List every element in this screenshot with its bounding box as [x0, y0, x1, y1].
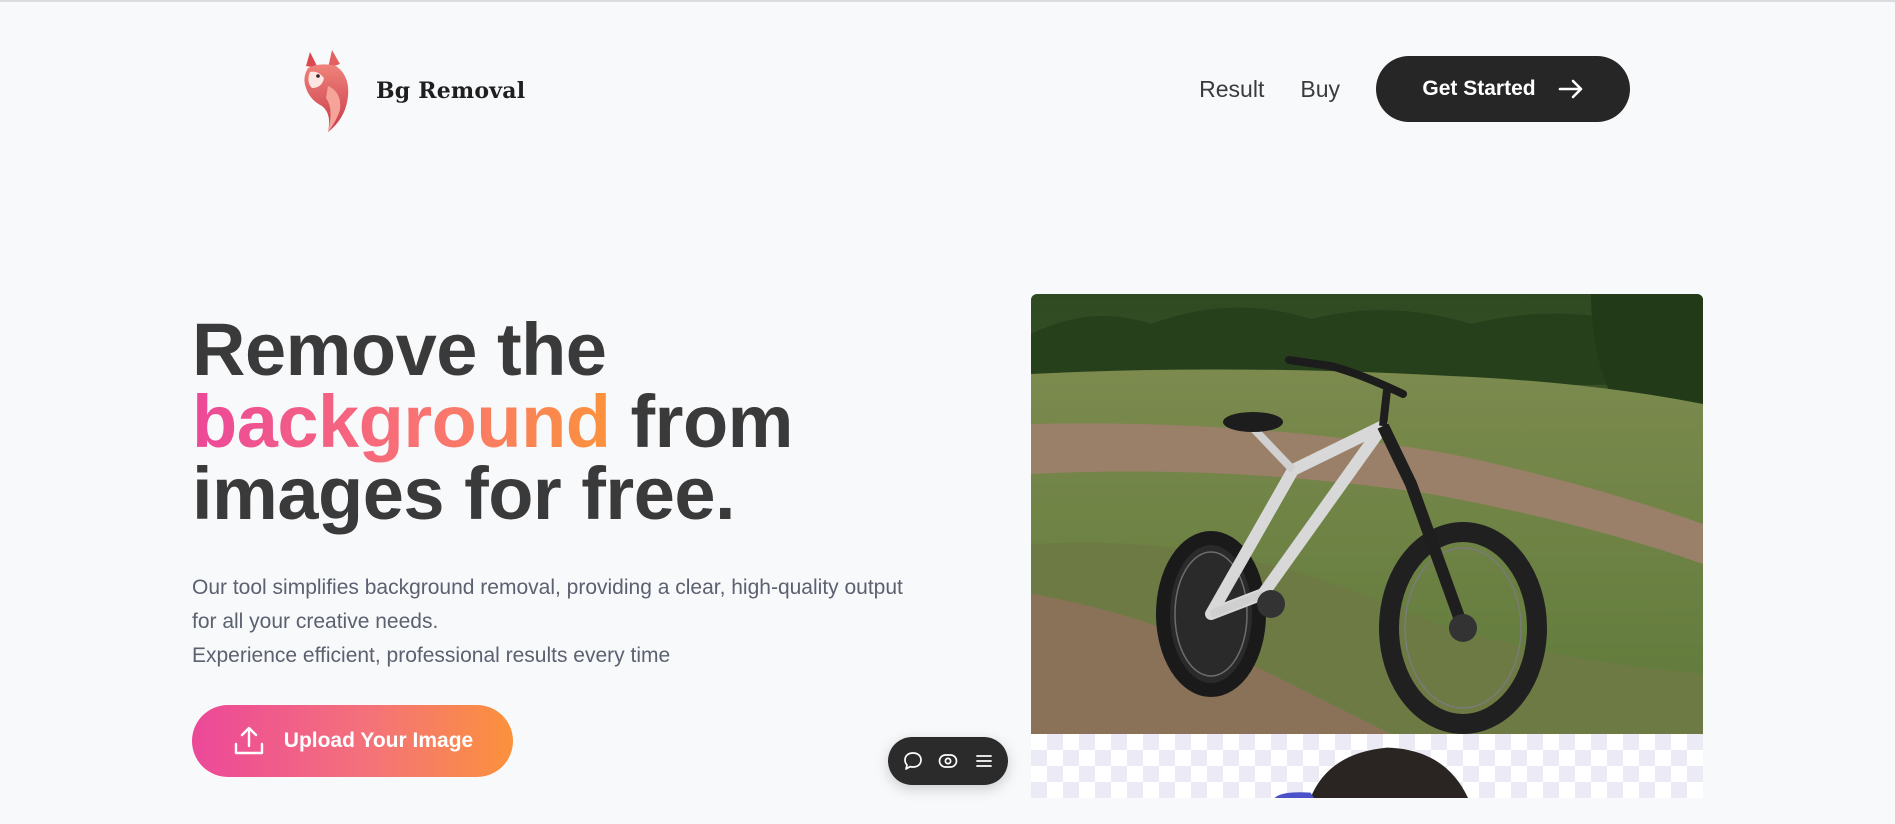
chat-bubble-icon[interactable]	[902, 750, 924, 772]
hero-title-line1: Remove the	[192, 308, 607, 391]
hero-title-after-highlight: from	[610, 380, 794, 463]
nav-link-buy[interactable]: Buy	[1300, 76, 1340, 103]
upload-image-button[interactable]: Upload Your Image	[192, 705, 513, 777]
eye-icon[interactable]	[937, 750, 959, 772]
hero-description: Our tool simplifies background removal, …	[192, 571, 982, 673]
menu-icon[interactable]	[973, 750, 995, 772]
hero-title: Remove the background from images for fr…	[192, 313, 952, 531]
hero-title-highlight: background	[192, 380, 611, 463]
portrait-preview-hair	[1274, 747, 1468, 798]
bicycle-photo	[1031, 294, 1703, 734]
hero-description-line3: Experience efficient, professional resul…	[192, 644, 671, 667]
hero-description-line2: for all your creative needs.	[192, 610, 439, 633]
fox-logo-icon	[304, 50, 349, 132]
hero-title-line3: images for free.	[192, 452, 736, 535]
brand-name: Bg Removal	[376, 78, 526, 104]
upload-image-label: Upload Your Image	[283, 729, 474, 752]
hero-description-line1: Our tool simplifies background removal, …	[192, 576, 903, 599]
arrow-right-icon	[1558, 79, 1582, 99]
brand-logo[interactable]: Bg Removal	[298, 48, 525, 134]
get-started-button[interactable]: Get Started	[1376, 56, 1630, 122]
navbar: Bg Removal Result Buy Get Started	[0, 0, 1895, 180]
nav-links: Result Buy Get Started	[1199, 56, 1630, 122]
floating-toolbar	[888, 737, 1008, 785]
upload-icon	[234, 726, 263, 755]
preview-image-panel	[1031, 294, 1703, 798]
get-started-label: Get Started	[1422, 77, 1536, 100]
nav-link-result[interactable]: Result	[1199, 76, 1264, 103]
